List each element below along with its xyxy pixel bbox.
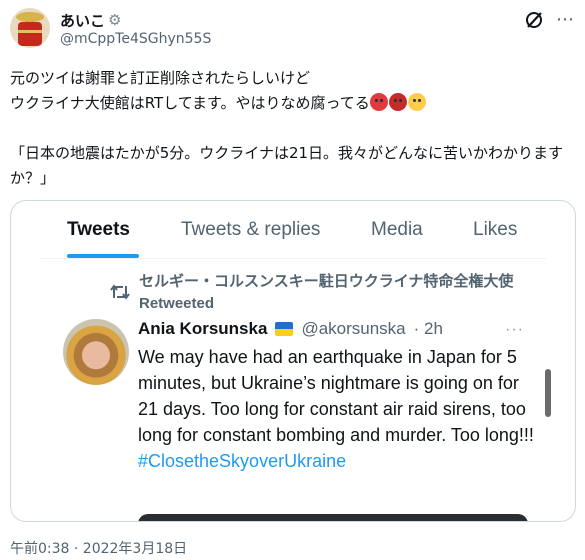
post-timestamp[interactable]: 午前0:38 · 2022年3月18日 bbox=[10, 538, 187, 558]
post-actions: ⋯ bbox=[524, 10, 575, 30]
author-name: Ania Korsunska bbox=[138, 319, 268, 338]
gear-icon: ⚙ bbox=[108, 11, 122, 29]
post-text: 元のツイは謝罪と訂正削除されたらしいけど ウクライナ大使館はRTしてます。やはり… bbox=[10, 66, 575, 191]
face-with-symbols-icon bbox=[388, 93, 407, 111]
tabs-divider bbox=[41, 258, 546, 259]
avatar[interactable] bbox=[10, 8, 50, 48]
tab-tweets-replies: Tweets & replies bbox=[181, 219, 321, 240]
tab-likes: Likes bbox=[473, 219, 518, 240]
screenshot-content: Tweets Tweets & replies Media Likes セルギー… bbox=[41, 201, 551, 521]
author-avatar bbox=[63, 319, 129, 385]
attached-image[interactable]: Tweets Tweets & replies Media Likes セルギー… bbox=[10, 200, 576, 522]
more-options-icon: ··· bbox=[505, 321, 524, 338]
retweeted-body: We may have had an earthquake in Japan f… bbox=[138, 344, 538, 474]
grok-icon[interactable] bbox=[524, 10, 544, 30]
embedded-media-edge bbox=[138, 514, 528, 521]
time-ago: · 2h bbox=[413, 319, 443, 338]
author-row: Ania Korsunska @akorsunska · 2h bbox=[138, 319, 443, 339]
retweet-icon bbox=[110, 284, 130, 300]
tab-media: Media bbox=[371, 219, 423, 240]
angry-face-icon bbox=[369, 93, 388, 111]
display-name[interactable]: あいこ bbox=[60, 10, 105, 31]
scrollbar bbox=[545, 369, 551, 417]
retweeted-by-label: セルギー・コルスンスキー駐日ウクライナ特命全権大使 Retweeted bbox=[139, 273, 514, 312]
user-handle[interactable]: @mCppTe4SGhyn55S bbox=[60, 31, 211, 47]
post-text-line1: 元のツイは謝罪と訂正削除されたらしいけど bbox=[10, 69, 311, 87]
hashtag-link: #ClosetheSkyoverUkraine bbox=[138, 451, 347, 471]
post-text-line2: ウクライナ大使館はRTしてます。やはりなめ腐ってる bbox=[10, 94, 370, 112]
ukraine-flag-icon bbox=[275, 322, 294, 336]
post-text-quote: 「日本の地震はたかが5分。ウクライナは21日。我々がどんなに苦いかわかりますか？… bbox=[10, 144, 564, 187]
tab-tweets: Tweets bbox=[67, 219, 131, 240]
name-row: あいこ ⚙ bbox=[60, 10, 121, 31]
profile-tabs: Tweets Tweets & replies Media Likes bbox=[41, 201, 546, 259]
author-handle: @akorsunska bbox=[301, 319, 406, 338]
more-options-icon[interactable]: ⋯ bbox=[556, 11, 575, 29]
retweeted-text: We may have had an earthquake in Japan f… bbox=[138, 347, 534, 445]
unamused-face-icon bbox=[407, 93, 426, 111]
post-header: あいこ ⚙ @mCppTe4SGhyn55S ⋯ bbox=[10, 8, 575, 52]
